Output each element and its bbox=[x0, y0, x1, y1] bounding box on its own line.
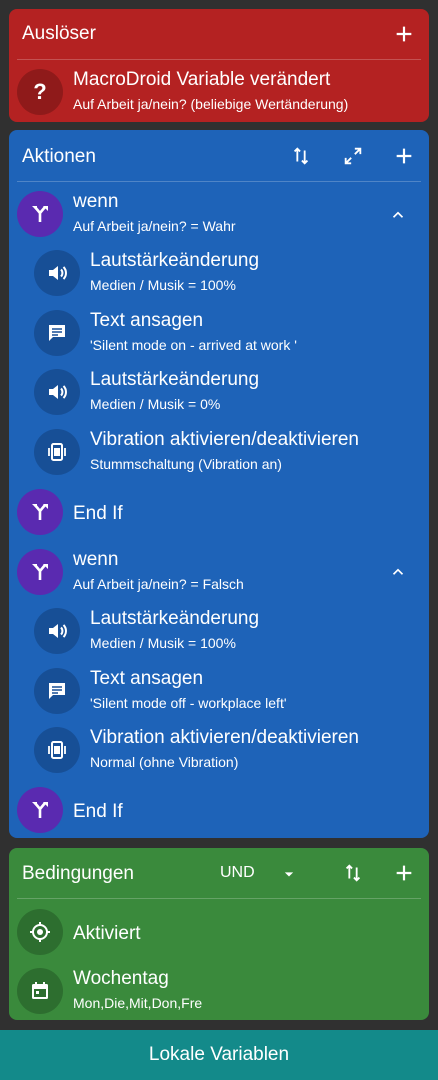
actions-header-title: Aktionen bbox=[22, 146, 96, 167]
action-title: End If bbox=[73, 503, 123, 524]
conditions-card: Bedingungen UND Aktiviert Wochentag Mon,… bbox=[9, 848, 429, 1020]
action-title: Lautstärkeänderung bbox=[90, 608, 260, 629]
end-if-icon bbox=[17, 787, 63, 833]
if-branch-icon bbox=[17, 549, 63, 595]
action-title: Text ansagen bbox=[90, 310, 204, 331]
action-vibrate-1[interactable]: Vibration aktivieren/deaktivieren Stumms… bbox=[9, 424, 429, 484]
actions-header: Aktionen bbox=[9, 130, 429, 180]
action-title: Text ansagen bbox=[90, 668, 204, 689]
action-subtitle: Stummschaltung (Vibration an) bbox=[90, 456, 282, 472]
volume-icon bbox=[34, 250, 80, 296]
action-subtitle: Medien / Musik = 100% bbox=[90, 277, 236, 293]
trigger-header-title: Auslöser bbox=[22, 23, 96, 44]
local-variables-label: Lokale Variablen bbox=[148, 1044, 290, 1065]
end-if-icon bbox=[17, 489, 63, 535]
action-subtitle: Medien / Musik = 100% bbox=[90, 635, 236, 651]
action-title: Vibration aktivieren/deaktivieren bbox=[90, 727, 359, 748]
chevron-up-icon[interactable] bbox=[389, 206, 407, 224]
swap-vertical-icon bbox=[293, 147, 309, 165]
vibration-icon bbox=[34, 429, 80, 475]
action-title: Vibration aktivieren/deaktivieren bbox=[90, 429, 359, 450]
target-icon bbox=[17, 909, 63, 955]
action-if-2[interactable]: wenn Auf Arbeit ja/nein? = Falsch bbox=[9, 543, 429, 603]
calendar-icon bbox=[17, 968, 63, 1014]
action-endif-2[interactable]: End If bbox=[9, 782, 429, 838]
plus-icon bbox=[396, 26, 412, 42]
action-volume-3[interactable]: Lautstärkeänderung Medien / Musik = 100% bbox=[9, 603, 429, 663]
condition-title: Aktiviert bbox=[73, 923, 141, 944]
message-icon bbox=[34, 310, 80, 356]
trigger-item-subtitle: Auf Arbeit ja/nein? (beliebige Wertänder… bbox=[73, 96, 349, 112]
actions-card: Aktionen wenn Auf Arbeit ja/nein? = Wahr… bbox=[9, 130, 429, 838]
action-title: wenn bbox=[73, 191, 119, 212]
action-title: Lautstärkeänderung bbox=[90, 369, 260, 390]
action-speak-2[interactable]: Text ansagen 'Silent mode off - workplac… bbox=[9, 663, 429, 723]
add-action-button[interactable] bbox=[391, 143, 417, 169]
swap-vertical-icon bbox=[345, 864, 361, 882]
expand-icon bbox=[344, 147, 362, 165]
conditions-header: Bedingungen UND bbox=[9, 848, 429, 898]
action-title: End If bbox=[73, 801, 123, 822]
reorder-actions-button[interactable] bbox=[288, 143, 314, 169]
condition-weekday[interactable]: Wochentag Mon,Die,Mit,Don,Fre bbox=[9, 962, 429, 1020]
trigger-header: Auslöser bbox=[9, 9, 429, 59]
actions-divider bbox=[17, 181, 421, 182]
expand-actions-button[interactable] bbox=[340, 143, 366, 169]
if-branch-icon bbox=[17, 191, 63, 237]
help-icon: ? bbox=[17, 69, 63, 115]
action-endif-1[interactable]: End If bbox=[9, 484, 429, 544]
message-icon bbox=[34, 668, 80, 714]
condition-activated[interactable]: Aktiviert bbox=[9, 902, 429, 962]
trigger-divider bbox=[17, 59, 421, 60]
reorder-conditions-button[interactable] bbox=[340, 860, 366, 886]
action-if-1[interactable]: wenn Auf Arbeit ja/nein? = Wahr bbox=[9, 185, 429, 245]
trigger-item[interactable]: ? MacroDroid Variable verändert Auf Arbe… bbox=[9, 61, 429, 121]
volume-icon bbox=[34, 369, 80, 415]
conditions-header-title: Bedingungen bbox=[22, 863, 134, 884]
dropdown-arrow-icon[interactable] bbox=[279, 864, 299, 884]
conditions-divider bbox=[17, 898, 421, 899]
trigger-card: Auslöser ? MacroDroid Variable verändert… bbox=[9, 9, 429, 122]
action-title: wenn bbox=[73, 549, 119, 570]
action-subtitle: Normal (ohne Vibration) bbox=[90, 754, 239, 770]
add-trigger-button[interactable] bbox=[391, 21, 417, 47]
plus-icon bbox=[396, 148, 412, 164]
plus-icon bbox=[396, 865, 412, 881]
add-condition-button[interactable] bbox=[391, 860, 417, 886]
action-subtitle: 'Silent mode on - arrived at work ' bbox=[90, 337, 297, 353]
trigger-item-title: MacroDroid Variable verändert bbox=[73, 69, 331, 90]
action-vibrate-2[interactable]: Vibration aktivieren/deaktivieren Normal… bbox=[9, 722, 429, 782]
vibration-icon bbox=[34, 727, 80, 773]
action-volume-2[interactable]: Lautstärkeänderung Medien / Musik = 0% bbox=[9, 364, 429, 424]
action-subtitle: Auf Arbeit ja/nein? = Falsch bbox=[73, 576, 244, 592]
condition-title: Wochentag bbox=[73, 968, 169, 989]
action-title: Lautstärkeänderung bbox=[90, 250, 260, 271]
action-subtitle: 'Silent mode off - workplace left' bbox=[90, 695, 287, 711]
local-variables-button[interactable]: Lokale Variablen bbox=[0, 1030, 438, 1080]
action-subtitle: Medien / Musik = 0% bbox=[90, 396, 221, 412]
condition-subtitle: Mon,Die,Mit,Don,Fre bbox=[73, 995, 203, 1011]
action-speak-1[interactable]: Text ansagen 'Silent mode on - arrived a… bbox=[9, 305, 429, 365]
action-volume-1[interactable]: Lautstärkeänderung Medien / Musik = 100% bbox=[9, 245, 429, 305]
action-subtitle: Auf Arbeit ja/nein? = Wahr bbox=[73, 218, 236, 234]
logic-selector-value[interactable]: UND bbox=[220, 864, 255, 882]
volume-icon bbox=[34, 608, 80, 654]
chevron-up-icon[interactable] bbox=[389, 563, 407, 581]
